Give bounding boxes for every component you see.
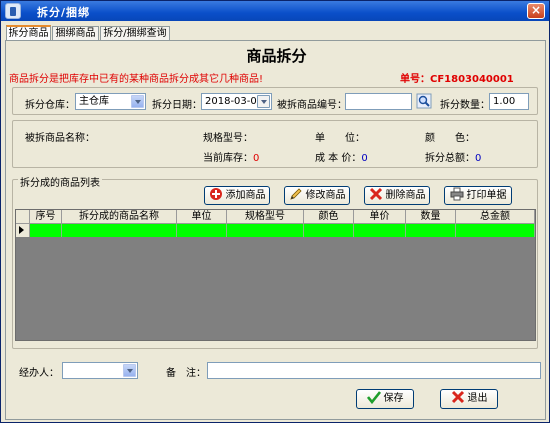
print-receipt-label: 打印单据 — [466, 190, 507, 201]
stock-label-text: 当前库存： — [203, 153, 253, 164]
delete-product-label: 删除商品 — [385, 190, 426, 201]
total-label: 拆分总额：0 — [425, 149, 481, 164]
exit-button[interactable]: 退出 — [440, 389, 498, 409]
notice-text: 商品拆分是把库存中已有的某种商品拆分成其它几种商品! — [9, 74, 264, 85]
column-header[interactable]: 总金额 — [456, 210, 535, 224]
table-cell[interactable] — [227, 224, 304, 237]
row-indicator — [16, 224, 30, 237]
split-list-title: 拆分成的商品列表 — [18, 174, 102, 189]
total-label-text: 拆分总额： — [425, 153, 475, 164]
quantity-label: 拆分数量： — [440, 100, 490, 111]
table-cell[interactable] — [177, 224, 227, 237]
table-row[interactable] — [16, 224, 535, 237]
printer-icon — [450, 187, 464, 201]
product-code-label: 被拆商品编号： — [277, 100, 347, 111]
warehouse-label: 拆分仓库： — [25, 100, 75, 111]
close-button[interactable]: × — [527, 3, 545, 19]
title-bar: 拆分/捆绑 × — [1, 1, 549, 21]
print-receipt-button[interactable]: 打印单据 — [444, 186, 512, 205]
checkmark-icon — [366, 390, 381, 405]
calendar-icon[interactable] — [257, 95, 270, 108]
unit-label: 单 位： — [315, 133, 365, 144]
column-header[interactable]: 单价 — [354, 210, 406, 224]
cost-label-text: 成 本 价： — [315, 153, 362, 164]
delete-product-button[interactable]: 删除商品 — [364, 186, 430, 205]
stock-value: 0 — [253, 153, 260, 164]
handler-label: 经办人： — [19, 368, 59, 379]
column-header[interactable]: 单位 — [177, 210, 227, 224]
save-label: 保存 — [383, 393, 404, 404]
page-title: 商品拆分 — [246, 47, 307, 65]
tab-split-bundle-query[interactable]: 拆分/捆绑查询 — [100, 26, 170, 41]
add-product-button[interactable]: 添加商品 — [204, 186, 270, 205]
warehouse-value: 主仓库 — [79, 96, 109, 107]
table-cell[interactable] — [354, 224, 406, 237]
spec-label: 规格型号： — [203, 133, 253, 144]
chevron-down-icon[interactable] — [123, 364, 136, 377]
order-number: 单号：CF1803040001 — [400, 74, 514, 85]
delete-x-icon — [369, 187, 383, 201]
column-header[interactable]: 序号 — [30, 210, 62, 224]
app-window: 拆分/捆绑 × 拆分商品 捆绑商品 拆分/捆绑查询 商品拆分 商品拆分是把库存中… — [0, 0, 550, 423]
total-value: 0 — [475, 153, 482, 164]
split-items-grid[interactable]: 序号 拆分成的商品名称 单位 规格型号 颜色 单价 数量 总金额 — [15, 209, 536, 341]
exit-label: 退出 — [467, 393, 488, 404]
add-product-label: 添加商品 — [225, 190, 266, 201]
grid-corner — [16, 210, 30, 224]
edit-product-button[interactable]: 修改商品 — [284, 186, 350, 205]
app-icon — [5, 3, 21, 19]
pencil-icon — [289, 187, 303, 201]
remark-label: 备 注： — [166, 368, 206, 379]
warehouse-select[interactable]: 主仓库 — [75, 93, 146, 110]
save-button[interactable]: 保存 — [356, 389, 414, 409]
table-cell[interactable] — [406, 224, 456, 237]
cost-value: 0 — [361, 153, 368, 164]
search-icon[interactable] — [416, 93, 432, 109]
product-name-label: 被拆商品名称： — [25, 133, 95, 144]
tab-split-product[interactable]: 拆分商品 — [6, 25, 51, 41]
table-cell[interactable] — [62, 224, 177, 237]
close-x-icon — [451, 390, 465, 404]
chevron-down-icon[interactable] — [131, 95, 144, 108]
split-panel: 商品拆分 商品拆分是把库存中已有的某种商品拆分成其它几种商品! 单号：CF180… — [5, 40, 546, 420]
cost-label: 成 本 价：0 — [315, 149, 368, 164]
table-cell[interactable] — [30, 224, 62, 237]
table-cell[interactable] — [304, 224, 354, 237]
product-code-input[interactable] — [345, 93, 412, 110]
split-date-label: 拆分日期： — [152, 100, 202, 111]
column-header[interactable]: 颜色 — [304, 210, 354, 224]
quantity-input[interactable]: 1.00 — [489, 93, 529, 110]
product-info-group: 被拆商品名称： 规格型号： 单 位： 颜 色： 当前库存：0 成 本 价：0 拆… — [12, 120, 538, 168]
tab-bundle-product[interactable]: 捆绑商品 — [52, 26, 99, 41]
remark-input[interactable] — [207, 362, 541, 379]
add-icon — [209, 187, 223, 201]
column-header[interactable]: 拆分成的商品名称 — [62, 210, 177, 224]
split-date-value: 2018-03-04 — [205, 96, 264, 107]
handler-select[interactable] — [62, 362, 138, 379]
window-title: 拆分/捆绑 — [37, 6, 91, 19]
grid-header: 序号 拆分成的商品名称 单位 规格型号 颜色 单价 数量 总金额 — [16, 210, 535, 224]
split-form-group: 拆分仓库： 主仓库 拆分日期： 2018-03-04 被拆商品编号： 拆分数量：… — [12, 87, 538, 115]
stock-label: 当前库存：0 — [203, 149, 259, 164]
column-header[interactable]: 数量 — [406, 210, 456, 224]
column-header[interactable]: 规格型号 — [227, 210, 304, 224]
table-cell[interactable] — [456, 224, 535, 237]
current-row-arrow-icon — [19, 226, 24, 234]
split-date-field[interactable]: 2018-03-04 — [201, 93, 272, 110]
edit-product-label: 修改商品 — [305, 190, 346, 201]
color-label: 颜 色： — [425, 133, 475, 144]
